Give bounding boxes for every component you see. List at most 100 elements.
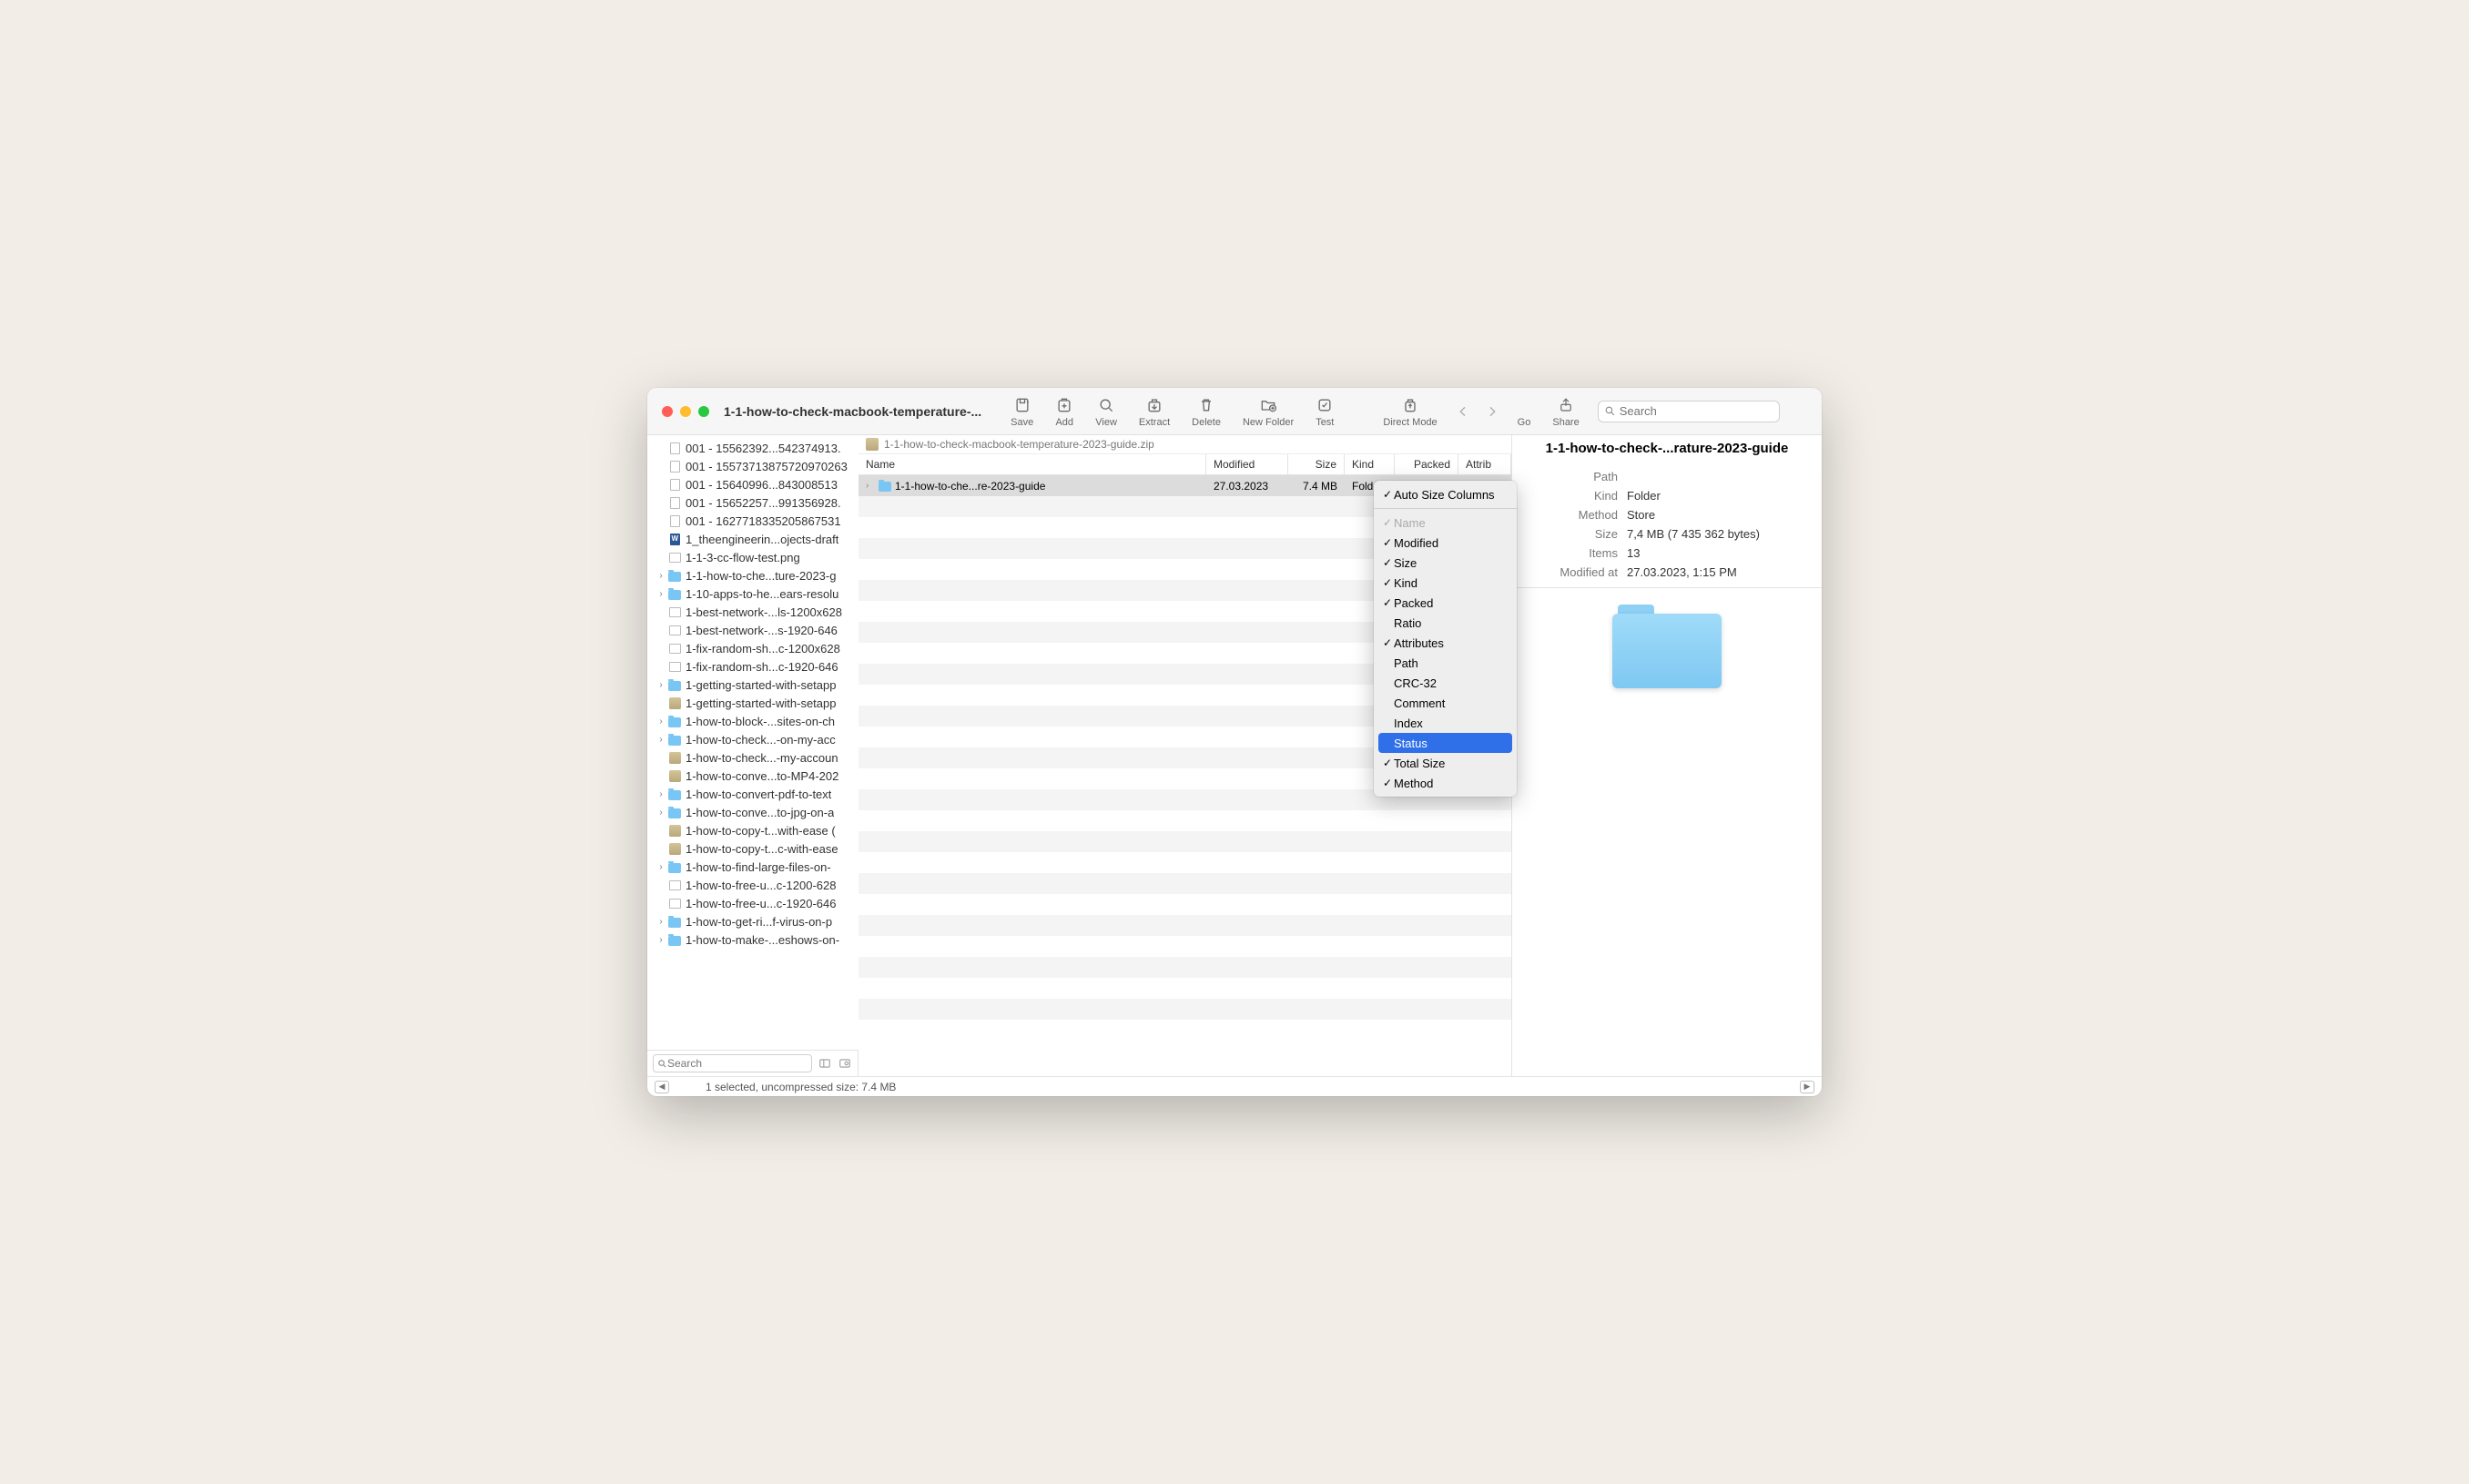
menu-auto-size[interactable]: ✓Auto Size Columns (1374, 484, 1517, 504)
go-button[interactable]: Go (1507, 395, 1542, 428)
sidebar-item[interactable]: 001 - 15573713875720970263 (647, 457, 859, 475)
disclosure-icon[interactable]: › (656, 589, 666, 599)
sidebar-item[interactable]: 001 - 1627718335205867531 (647, 512, 859, 530)
sidebar-item[interactable]: ›1-how-to-get-ri...f-virus-on-p (647, 912, 859, 930)
extract-button[interactable]: Extract (1128, 395, 1181, 428)
toolbar-search[interactable] (1598, 401, 1780, 422)
view-button[interactable]: View (1084, 395, 1128, 428)
col-kind[interactable]: Kind (1345, 454, 1395, 474)
sidebar-search[interactable] (653, 1054, 812, 1072)
disclosure-icon[interactable]: › (656, 717, 666, 727)
menu-size[interactable]: ✓Size (1374, 553, 1517, 573)
save-label: Save (1011, 417, 1033, 428)
sidebar-item-label: 1-how-to-conve...to-MP4-202 (686, 769, 838, 783)
disclosure-icon[interactable]: › (656, 680, 666, 690)
sidebar-item[interactable]: 1-how-to-free-u...c-1200-628 (647, 876, 859, 894)
sidebar-item[interactable]: 1-how-to-check...-my-accoun (647, 748, 859, 767)
save-button[interactable]: Save (1000, 395, 1044, 428)
sidebar-item[interactable]: ›1-how-to-conve...to-jpg-on-a (647, 803, 859, 821)
menu-divider (1374, 508, 1517, 509)
doc-icon (667, 477, 682, 492)
sidebar-item[interactable]: ›1-getting-started-with-setapp (647, 676, 859, 694)
sidebar-item[interactable]: ›1-10-apps-to-he...ears-resolu (647, 584, 859, 603)
sidebar-item[interactable]: ›1-1-how-to-che...ture-2023-g (647, 566, 859, 584)
sidebar[interactable]: 001 - 15562392...542374913. 001 - 1557371… (647, 435, 859, 1050)
folder-icon (1612, 605, 1722, 688)
toolbar: Save Add View Extract Delete New Folder (1000, 395, 1807, 428)
sidebar-item[interactable]: 1-fix-random-sh...c-1200x628 (647, 639, 859, 657)
sidebar-item[interactable]: 1-getting-started-with-setapp (647, 694, 859, 712)
table-row-empty (859, 957, 1511, 978)
col-modified[interactable]: Modified (1206, 454, 1288, 474)
menu-comment[interactable]: Comment (1374, 693, 1517, 713)
sidebar-item[interactable]: 1-how-to-free-u...c-1920-646 (647, 894, 859, 912)
row-size: 7.4 MB (1288, 480, 1345, 493)
zoom-window-button[interactable] (698, 406, 709, 417)
menu-modified[interactable]: ✓Modified (1374, 533, 1517, 553)
method-value: Store (1627, 508, 1811, 522)
sidebar-item[interactable]: ›1-how-to-convert-pdf-to-text (647, 785, 859, 803)
delete-button[interactable]: Delete (1181, 395, 1232, 428)
table-row-empty (859, 852, 1511, 873)
col-name[interactable]: Name (859, 454, 1206, 474)
sidebar-preview-icon[interactable] (838, 1057, 852, 1070)
sidebar-item[interactable]: 1-best-network-...ls-1200x628 (647, 603, 859, 621)
disclosure-icon[interactable]: › (656, 808, 666, 818)
add-button[interactable]: Add (1044, 395, 1084, 428)
disclosure-icon[interactable]: › (866, 481, 875, 491)
menu-status[interactable]: Status (1378, 733, 1512, 753)
sidebar-item[interactable]: 1-1-3-cc-flow-test.png (647, 548, 859, 566)
nav-forward-button[interactable] (1478, 401, 1507, 422)
sidebar-item[interactable]: ›1-how-to-check...-on-my-acc (647, 730, 859, 748)
sidebar-item[interactable]: 1-how-to-copy-t...with-ease ( (647, 821, 859, 839)
sidebar-item[interactable]: 1-how-to-copy-t...c-with-ease (647, 839, 859, 858)
sidebar-item[interactable]: 001 - 15562392...542374913. (647, 439, 859, 457)
col-attributes[interactable]: Attrib (1458, 454, 1511, 474)
breadcrumb[interactable]: 1-1-how-to-check-macbook-temperature-202… (859, 435, 1511, 454)
menu-kind[interactable]: ✓Kind (1374, 573, 1517, 593)
sidebar-item[interactable]: 1-best-network-...s-1920-646 (647, 621, 859, 639)
disclosure-icon[interactable]: › (656, 862, 666, 872)
menu-ratio[interactable]: Ratio (1374, 613, 1517, 633)
menu-method[interactable]: ✓Method (1374, 773, 1517, 793)
disclosure-icon[interactable]: › (656, 935, 666, 945)
disclosure-icon[interactable]: › (656, 789, 666, 799)
menu-index[interactable]: Index (1374, 713, 1517, 733)
statusbar-right-button[interactable]: ▶ (1800, 1081, 1814, 1093)
disclosure-icon[interactable]: › (656, 917, 666, 927)
menu-name[interactable]: ✓Name (1374, 513, 1517, 533)
folder-icon (667, 677, 682, 692)
col-packed[interactable]: Packed (1395, 454, 1458, 474)
sidebar-item[interactable]: 001 - 15652257...991356928. (647, 493, 859, 512)
sidebar-toggle-icon[interactable] (818, 1057, 832, 1070)
sidebar-item[interactable]: ›1-how-to-find-large-files-on- (647, 858, 859, 876)
statusbar-left-button[interactable]: ◀ (655, 1081, 669, 1093)
sidebar-item[interactable]: › 1-how-to-block-...sites-on-ch (647, 712, 859, 730)
sidebar-item[interactable]: ›1-how-to-make-...eshows-on- (647, 930, 859, 949)
menu-path[interactable]: Path (1374, 653, 1517, 673)
sidebar-search-input[interactable] (667, 1057, 808, 1070)
menu-attributes[interactable]: ✓Attributes (1374, 633, 1517, 653)
disclosure-icon[interactable]: › (656, 735, 666, 745)
share-button[interactable]: Share (1541, 395, 1590, 428)
disclosure-icon[interactable]: › (656, 571, 666, 581)
sidebar-item-label: 001 - 15562392...542374913. (686, 442, 841, 455)
close-window-button[interactable] (662, 406, 673, 417)
minimize-window-button[interactable] (680, 406, 691, 417)
sidebar-item[interactable]: 1-fix-random-sh...c-1920-646 (647, 657, 859, 676)
sidebar-item[interactable]: 1-how-to-conve...to-MP4-202 (647, 767, 859, 785)
sidebar-item[interactable]: 001 - 15640996...843008513 (647, 475, 859, 493)
table-row-empty (859, 873, 1511, 894)
test-button[interactable]: Test (1305, 395, 1345, 428)
column-headers[interactable]: Name Modified Size Kind Packed Attrib (859, 454, 1511, 475)
menu-packed[interactable]: ✓Packed (1374, 593, 1517, 613)
new-folder-button[interactable]: New Folder (1232, 395, 1305, 428)
sidebar-item-label: 1-how-to-block-...sites-on-ch (686, 715, 835, 728)
toolbar-search-input[interactable] (1620, 404, 1773, 418)
nav-back-button[interactable] (1448, 401, 1478, 422)
menu-totalsize[interactable]: ✓Total Size (1374, 753, 1517, 773)
direct-mode-button[interactable]: Direct Mode (1372, 395, 1448, 428)
sidebar-item[interactable]: 1_theengineerin...ojects-draft (647, 530, 859, 548)
menu-crc32[interactable]: CRC-32 (1374, 673, 1517, 693)
col-size[interactable]: Size (1288, 454, 1345, 474)
